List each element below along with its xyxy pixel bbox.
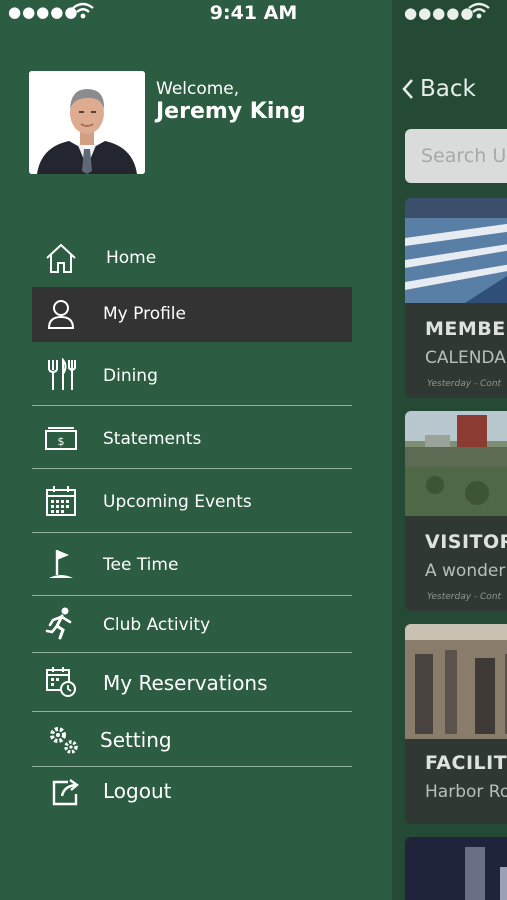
menu-label-statements: Statements [103, 429, 202, 449]
side-menu-drawer: ●●●●● Welcome, Jeremy King Home My Profi… [0, 0, 392, 900]
logout-icon [52, 779, 79, 806]
news-card[interactable] [405, 837, 507, 900]
search-placeholder: Search U [421, 145, 507, 167]
menu-item-logout[interactable]: Logout [32, 767, 352, 815]
menu-label-setting: Setting [100, 728, 172, 752]
card-subtitle: A wonder [425, 561, 506, 581]
golf-flag-icon [49, 550, 73, 578]
menu-item-my-reservations[interactable]: My Reservations [32, 653, 352, 712]
search-input[interactable]: Search U [405, 129, 507, 183]
menu-item-tee-time[interactable]: Tee Time [32, 533, 352, 596]
menu-item-my-profile[interactable]: My Profile [32, 287, 352, 342]
home-icon [46, 243, 76, 273]
menu-label-logout: Logout [103, 779, 172, 803]
menu-label-my-reservations: My Reservations [103, 671, 268, 695]
card-image [405, 411, 507, 516]
card-title: FACILIT [425, 752, 507, 774]
menu-item-statements[interactable]: $ Statements [32, 406, 352, 469]
menu-label-tee-time: Tee Time [103, 555, 179, 575]
reservations-icon [46, 667, 76, 697]
card-meta: Yesterday - Cont [427, 379, 502, 389]
back-label: Back [420, 76, 476, 102]
menu-label-dining: Dining [103, 366, 158, 386]
card-image [405, 837, 507, 900]
card-title: VISITOR [425, 531, 507, 553]
card-title: MEMBE [425, 318, 506, 340]
statements-icon: $ [45, 427, 77, 450]
menu-item-upcoming-events[interactable]: Upcoming Events [32, 469, 352, 533]
menu-label-upcoming-events: Upcoming Events [103, 492, 252, 512]
svg-text:$: $ [58, 435, 65, 448]
card-image [405, 198, 507, 303]
news-card[interactable]: MEMBE CALENDA Yesterday - Cont [405, 198, 507, 398]
card-meta: Yesterday - Cont [427, 592, 502, 602]
menu-label-my-profile: My Profile [103, 304, 186, 324]
menu-item-setting[interactable]: Setting [32, 712, 352, 767]
status-time: 9:41 AM [209, 2, 298, 24]
welcome-label: Welcome, [156, 79, 240, 99]
menu-item-dining[interactable]: Dining [32, 342, 352, 406]
news-card[interactable]: FACILIT Harbor Ro [405, 624, 507, 824]
menu-item-home[interactable]: Home [32, 229, 352, 286]
dining-icon [48, 358, 76, 390]
menu-item-club-activity[interactable]: Club Activity [32, 596, 352, 653]
card-image [405, 624, 507, 739]
card-subtitle: Harbor Ro [425, 782, 507, 802]
menu-label-home: Home [106, 248, 157, 268]
card-subtitle: CALENDA [425, 348, 506, 368]
back-button[interactable]: Back [402, 76, 476, 102]
calendar-icon [46, 486, 76, 516]
menu-label-club-activity: Club Activity [103, 615, 211, 635]
user-name: Jeremy King [156, 99, 306, 124]
chevron-left-icon [402, 79, 413, 99]
gears-icon [50, 727, 78, 754]
profile-photo [29, 71, 145, 174]
runner-icon [45, 607, 72, 640]
news-card[interactable]: VISITOR A wonder Yesterday - Cont [405, 411, 507, 611]
avatar[interactable] [29, 71, 145, 174]
user-icon [47, 300, 75, 329]
behind-screen: ●●●●● Back Search U MEMBE CALENDA Yester… [392, 0, 507, 900]
